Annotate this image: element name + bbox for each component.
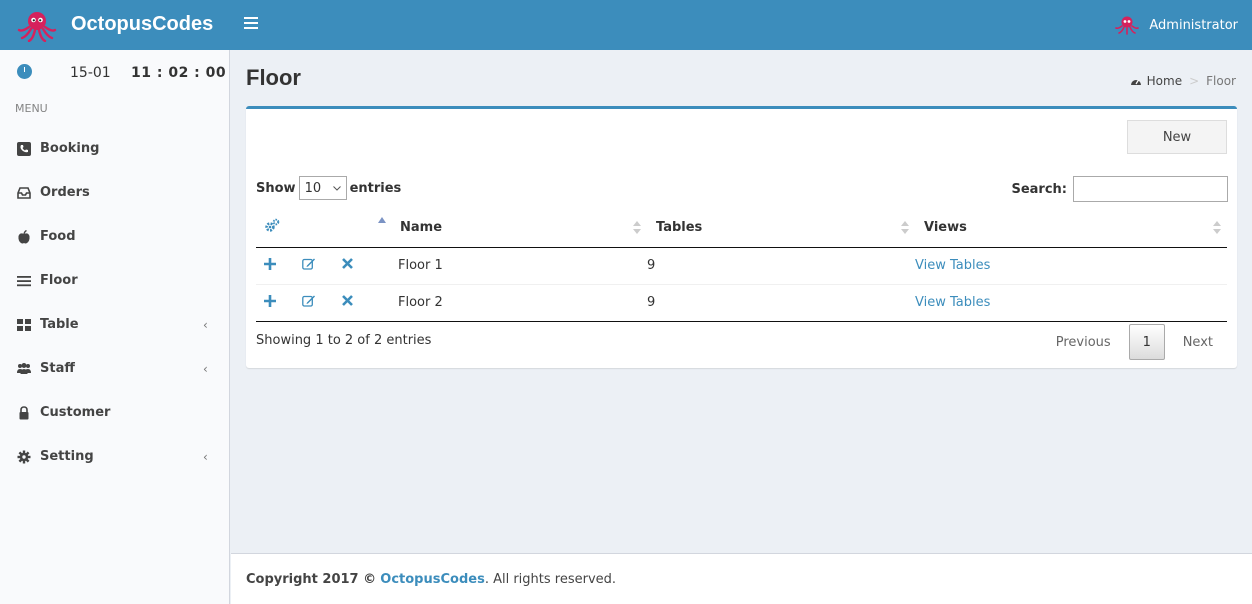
sidebar-item-label: Floor [40,273,78,288]
entries-length-control: Show 10 entries [256,176,401,200]
table-row: Floor 2 9 View Tables [256,284,1227,322]
clock: 15-01 11 : 02 : 00 [0,64,230,84]
cogs-icon [265,218,280,232]
apple-icon [18,230,30,244]
sidebar-item-label: Orders [40,185,90,200]
chevron-down-icon [332,185,341,191]
delete-icon[interactable] [342,295,353,310]
table-info: Showing 1 to 2 of 2 entries [256,333,432,348]
floor-name-cell: Floor 2 [398,295,443,310]
table-row: Floor 1 9 View Tables [256,247,1227,285]
sidebar-item-label: Customer [40,405,111,420]
sidebar-item-label: Table [40,317,79,332]
sidebar-item-booking[interactable]: Booking [0,127,230,171]
chevron-left-icon: ‹ [203,318,208,332]
breadcrumb-separator: > [1189,74,1200,88]
sidebar-item-customer[interactable]: Customer [0,391,230,435]
name-column-header[interactable]: Name [392,209,647,248]
floor-name-cell: Floor 1 [398,258,443,273]
edit-icon[interactable] [302,257,316,274]
inbox-icon [17,187,31,199]
tables-count-cell: 9 [647,258,656,273]
breadcrumb: Home > Floor [1130,74,1236,88]
chevron-left-icon: ‹ [203,450,208,464]
sidebar-item-food[interactable]: Food [0,215,230,259]
breadcrumb-current: Floor [1206,74,1236,88]
breadcrumb-home-link[interactable]: Home [1147,74,1182,88]
search-label: Search: [1011,181,1067,197]
tables-count-cell: 9 [647,295,656,310]
sort-icon [901,221,909,235]
sidebar-item-floor[interactable]: Floor [0,259,230,303]
lock-icon [19,406,29,420]
next-page-button[interactable]: Next [1169,335,1227,350]
chevron-left-icon: ‹ [203,362,208,376]
gear-icon [17,450,31,464]
actions-column-header[interactable] [256,209,294,248]
floor-table: Name Tables Views Floor 1 9 View Tables … [256,209,1227,322]
sort-ascending-icon [378,217,386,223]
footer: Copyright 2017 © OctopusCodes. All right… [231,553,1252,604]
user-name: Administrator [1149,17,1238,33]
views-column-header[interactable]: Views [915,209,1227,248]
page-1-button[interactable]: 1 [1128,324,1165,360]
tables-column-header[interactable]: Tables [647,209,915,248]
clock-icon [17,64,32,79]
sidebar: 15-01 11 : 02 : 00 MENU Booking Orders F… [0,50,230,604]
brand-name: OctopusCodes [71,13,214,35]
edit-icon[interactable] [302,294,316,311]
menu-header: MENU [15,102,48,115]
sort-icon [1213,221,1221,235]
search-input[interactable] [1073,176,1228,202]
sidebar-item-table[interactable]: Table ‹ [0,303,230,347]
sidebar-item-label: Setting [40,449,94,464]
previous-page-button[interactable]: Previous [1042,335,1125,350]
sidebar-menu: Booking Orders Food Floor Table ‹ Staff … [0,127,230,479]
grid-icon [17,319,31,331]
floor-list-box: New Show 10 entries Search: Name Tables … [246,106,1237,368]
dashboard-icon [1130,79,1141,85]
copyright-prefix: Copyright 2017 © [246,572,377,587]
phone-icon [17,142,31,156]
clock-date: 15-01 [70,65,111,81]
top-navbar: OctopusCodes Administrator [0,0,1252,50]
sidebar-item-orders[interactable]: Orders [0,171,230,215]
octopus-logo-icon [17,12,57,42]
footer-brand-link[interactable]: OctopusCodes [380,572,485,587]
user-avatar-icon [1115,16,1140,35]
sidebar-item-label: Food [40,229,76,244]
entries-select-value: 10 [304,180,322,196]
entries-select[interactable]: 10 [298,176,347,200]
sort-column-header[interactable] [332,209,392,248]
page-title: Floor [246,65,301,90]
view-tables-link[interactable]: View Tables [915,258,990,273]
sidebar-toggle-icon[interactable] [244,17,258,31]
add-icon[interactable] [264,257,276,274]
copyright-text: Copyright 2017 © OctopusCodes. All right… [246,572,616,587]
sidebar-item-setting[interactable]: Setting ‹ [0,435,230,479]
blank-column-header [294,209,332,248]
show-label: Show [256,180,296,196]
sidebar-item-staff[interactable]: Staff ‹ [0,347,230,391]
search-control: Search: [1011,176,1228,202]
users-icon [17,363,31,374]
logo[interactable]: OctopusCodes [0,0,230,50]
pagination: Previous 1 Next [1042,324,1227,360]
sort-icon [633,221,641,235]
entries-label: entries [349,180,402,196]
copyright-suffix: . All rights reserved. [484,572,617,587]
clock-time: 11 : 02 : 00 [131,65,227,81]
sidebar-item-label: Booking [40,141,100,156]
user-menu[interactable]: Administrator [1115,0,1238,50]
new-floor-button[interactable]: New [1127,120,1227,154]
view-tables-link[interactable]: View Tables [915,295,990,310]
list-icon [17,276,31,287]
sidebar-item-label: Staff [40,361,75,376]
add-icon[interactable] [264,294,276,311]
delete-icon[interactable] [342,258,353,273]
table-header-row: Name Tables Views [256,209,1227,248]
